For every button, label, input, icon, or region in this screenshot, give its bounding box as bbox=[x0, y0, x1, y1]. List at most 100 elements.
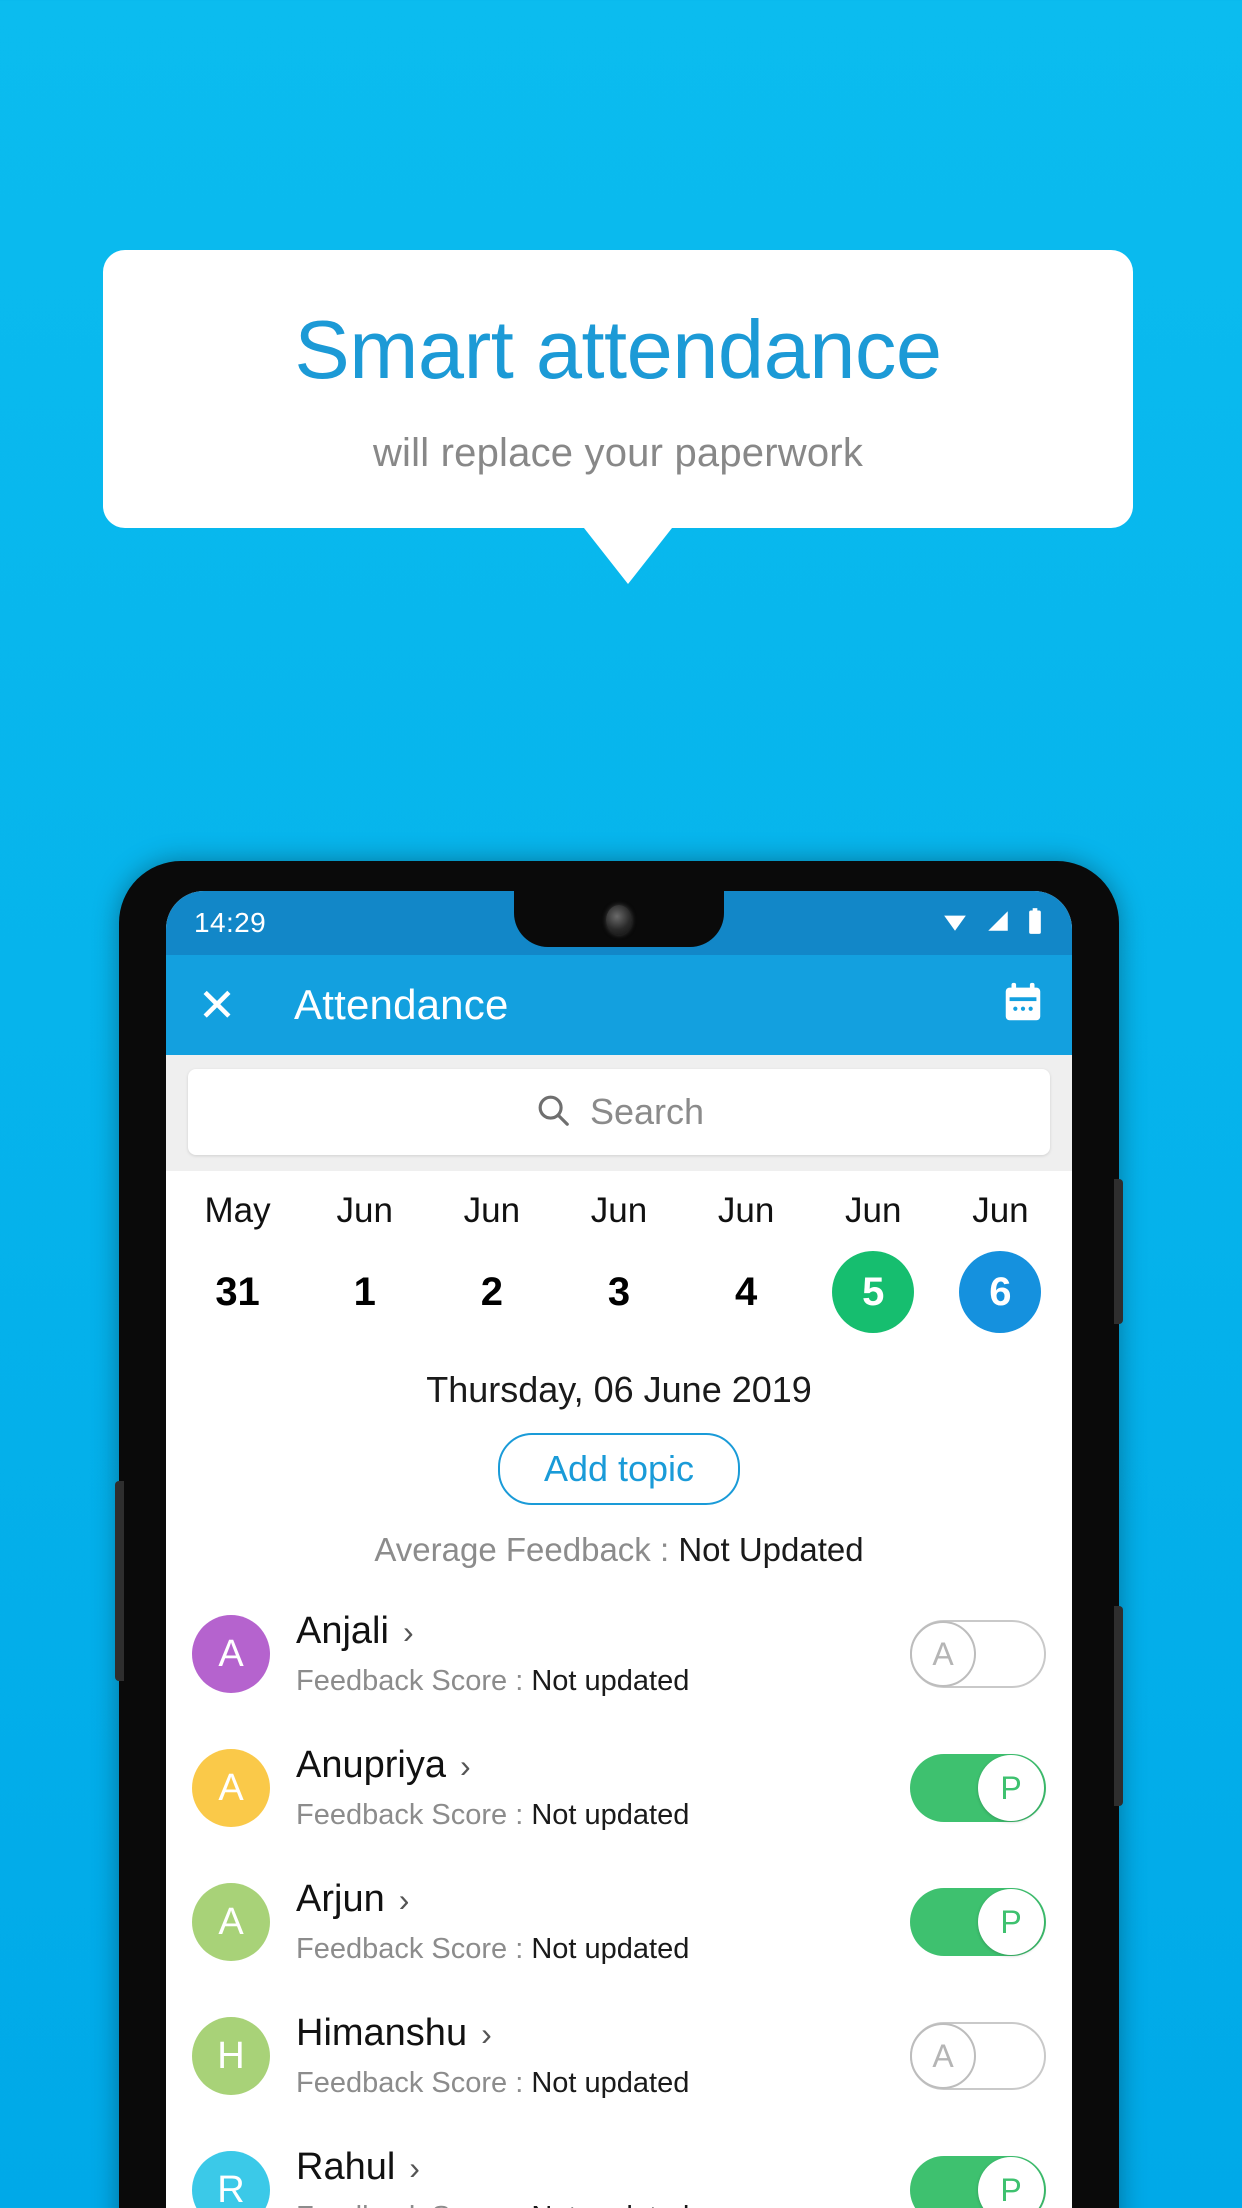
student-name-row[interactable]: Himanshu › bbox=[296, 2012, 910, 2055]
average-feedback: Average Feedback : Not Updated bbox=[166, 1531, 1072, 1569]
avatar: R bbox=[192, 2151, 270, 2208]
student-name-row[interactable]: Rahul › bbox=[296, 2146, 910, 2189]
date-cell[interactable]: Jun 5 bbox=[810, 1191, 937, 1333]
student-name: Himanshu bbox=[296, 2012, 468, 2054]
date-month-label: Jun bbox=[845, 1191, 902, 1230]
date-day-number[interactable]: 31 bbox=[197, 1251, 279, 1333]
student-name: Anjali bbox=[296, 1610, 389, 1652]
search-input[interactable]: Search bbox=[188, 1069, 1050, 1155]
attendance-toggle-knob: P bbox=[978, 2157, 1044, 2208]
feedback-score-value: Not updated bbox=[531, 2067, 690, 2099]
avatar: A bbox=[192, 1749, 270, 1827]
attendance-toggle-knob: P bbox=[978, 1755, 1044, 1821]
status-bar: 14:29 bbox=[166, 891, 1072, 955]
close-icon[interactable]: ✕ bbox=[192, 982, 242, 1028]
promo-bubble-tail bbox=[584, 528, 672, 584]
student-name-row[interactable]: Anjali › bbox=[296, 1610, 910, 1653]
battery-icon bbox=[1026, 907, 1044, 940]
date-day-number[interactable]: 6 bbox=[959, 1251, 1042, 1333]
feedback-score: Feedback Score : Not updated bbox=[296, 1933, 910, 1966]
date-month-label: Jun bbox=[463, 1191, 521, 1230]
front-camera-icon bbox=[606, 905, 632, 935]
search-area: Search bbox=[166, 1055, 1072, 1171]
search-icon bbox=[534, 1091, 572, 1134]
student-info: Himanshu › Feedback Score : Not updated bbox=[296, 2012, 910, 2100]
phone-mockup: 14:29 ✕ Attendance Search May 31 Jun 1 J… bbox=[115, 861, 1123, 2208]
date-month-label: Jun bbox=[717, 1191, 775, 1230]
date-day-number[interactable]: 2 bbox=[451, 1251, 533, 1333]
date-day-number[interactable]: 4 bbox=[705, 1251, 787, 1333]
promo-subtitle: will replace your paperwork bbox=[372, 431, 864, 475]
promo-bubble: Smart attendance will replace your paper… bbox=[103, 250, 1133, 584]
date-cell[interactable]: Jun 3 bbox=[555, 1191, 682, 1333]
feedback-score-value: Not updated bbox=[531, 1665, 690, 1697]
chevron-right-icon[interactable]: › bbox=[403, 1616, 414, 1648]
attendance-toggle-knob: A bbox=[910, 1621, 976, 1687]
avatar: A bbox=[192, 1883, 270, 1961]
avatar: A bbox=[192, 1615, 270, 1693]
feedback-score-label: Feedback Score : bbox=[296, 2067, 532, 2099]
student-row[interactable]: A Anupriya › Feedback Score : Not updated P bbox=[166, 1721, 1072, 1855]
chevron-right-icon[interactable]: › bbox=[460, 1750, 471, 1782]
feedback-score-label: Feedback Score : bbox=[296, 1665, 532, 1697]
feedback-score: Feedback Score : Not updated bbox=[296, 1665, 910, 1698]
chevron-right-icon[interactable]: › bbox=[399, 1884, 410, 1916]
student-name: Rahul bbox=[296, 2146, 396, 2188]
student-name-row[interactable]: Anupriya › bbox=[296, 1744, 910, 1787]
date-month-label: Jun bbox=[972, 1191, 1029, 1230]
date-cell[interactable]: Jun 4 bbox=[683, 1191, 810, 1333]
promo-title: Smart attendance bbox=[294, 303, 942, 396]
signal-icon bbox=[984, 908, 1012, 939]
student-name: Anupriya bbox=[296, 1744, 446, 1786]
attendance-toggle[interactable]: P bbox=[910, 1888, 1046, 1956]
date-month-label: May bbox=[204, 1191, 271, 1230]
student-name: Arjun bbox=[296, 1878, 385, 1920]
date-month-label: Jun bbox=[336, 1191, 393, 1230]
average-feedback-label: Average Feedback : bbox=[374, 1531, 670, 1568]
phone-volume-button-right[interactable] bbox=[1114, 1606, 1123, 1806]
attendance-toggle[interactable]: P bbox=[910, 2156, 1046, 2208]
status-bar-icons bbox=[940, 907, 1044, 940]
student-name-row[interactable]: Arjun › bbox=[296, 1878, 910, 1921]
chevron-right-icon[interactable]: › bbox=[409, 2152, 420, 2184]
phone-power-button[interactable] bbox=[1114, 1179, 1123, 1324]
avatar: H bbox=[192, 2017, 270, 2095]
student-info: Anjali › Feedback Score : Not updated bbox=[296, 1610, 910, 1698]
attendance-toggle[interactable]: P bbox=[910, 1754, 1046, 1822]
status-bar-time: 14:29 bbox=[194, 907, 267, 938]
date-day-number[interactable]: 1 bbox=[324, 1251, 406, 1333]
promo-card: Smart attendance will replace your paper… bbox=[103, 250, 1133, 528]
chevron-right-icon[interactable]: › bbox=[481, 2018, 492, 2050]
feedback-score-value: Not updated bbox=[531, 1799, 690, 1831]
attendance-toggle[interactable]: A bbox=[910, 1620, 1046, 1688]
feedback-score: Feedback Score : Not updated bbox=[296, 2201, 910, 2208]
feedback-score-label: Feedback Score : bbox=[296, 1799, 532, 1831]
student-row[interactable]: A Anjali › Feedback Score : Not updated A bbox=[166, 1587, 1072, 1721]
add-topic-area: Add topic bbox=[166, 1433, 1072, 1505]
student-row[interactable]: A Arjun › Feedback Score : Not updated P bbox=[166, 1855, 1072, 1989]
date-cell[interactable]: Jun 6 bbox=[937, 1191, 1064, 1333]
calendar-icon[interactable] bbox=[1000, 980, 1046, 1031]
date-cell[interactable]: Jun 2 bbox=[428, 1191, 555, 1333]
student-info: Anupriya › Feedback Score : Not updated bbox=[296, 1744, 910, 1832]
wifi-icon bbox=[940, 908, 970, 939]
date-day-number[interactable]: 5 bbox=[832, 1251, 915, 1333]
selected-day-label: Thursday, 06 June 2019 bbox=[426, 1369, 812, 1410]
app-bar: ✕ Attendance bbox=[166, 955, 1072, 1055]
attendance-toggle[interactable]: A bbox=[910, 2022, 1046, 2090]
date-day-number[interactable]: 3 bbox=[578, 1251, 660, 1333]
date-cell[interactable]: May 31 bbox=[174, 1191, 301, 1333]
page-title: Attendance bbox=[294, 981, 509, 1028]
display-notch bbox=[514, 891, 724, 947]
date-month-label: Jun bbox=[590, 1191, 648, 1230]
phone-volume-button-left[interactable] bbox=[115, 1481, 124, 1681]
attendance-toggle-knob: P bbox=[978, 1889, 1044, 1955]
feedback-score: Feedback Score : Not updated bbox=[296, 1799, 910, 1832]
date-cell[interactable]: Jun 1 bbox=[301, 1191, 428, 1333]
student-row[interactable]: R Rahul › Feedback Score : Not updated P bbox=[166, 2123, 1072, 2208]
feedback-score: Feedback Score : Not updated bbox=[296, 2067, 910, 2100]
student-row[interactable]: H Himanshu › Feedback Score : Not updated A bbox=[166, 1989, 1072, 2123]
attendance-toggle-knob: A bbox=[910, 2023, 976, 2089]
add-topic-button[interactable]: Add topic bbox=[497, 1433, 741, 1505]
feedback-score-label: Feedback Score : bbox=[296, 1933, 532, 1965]
